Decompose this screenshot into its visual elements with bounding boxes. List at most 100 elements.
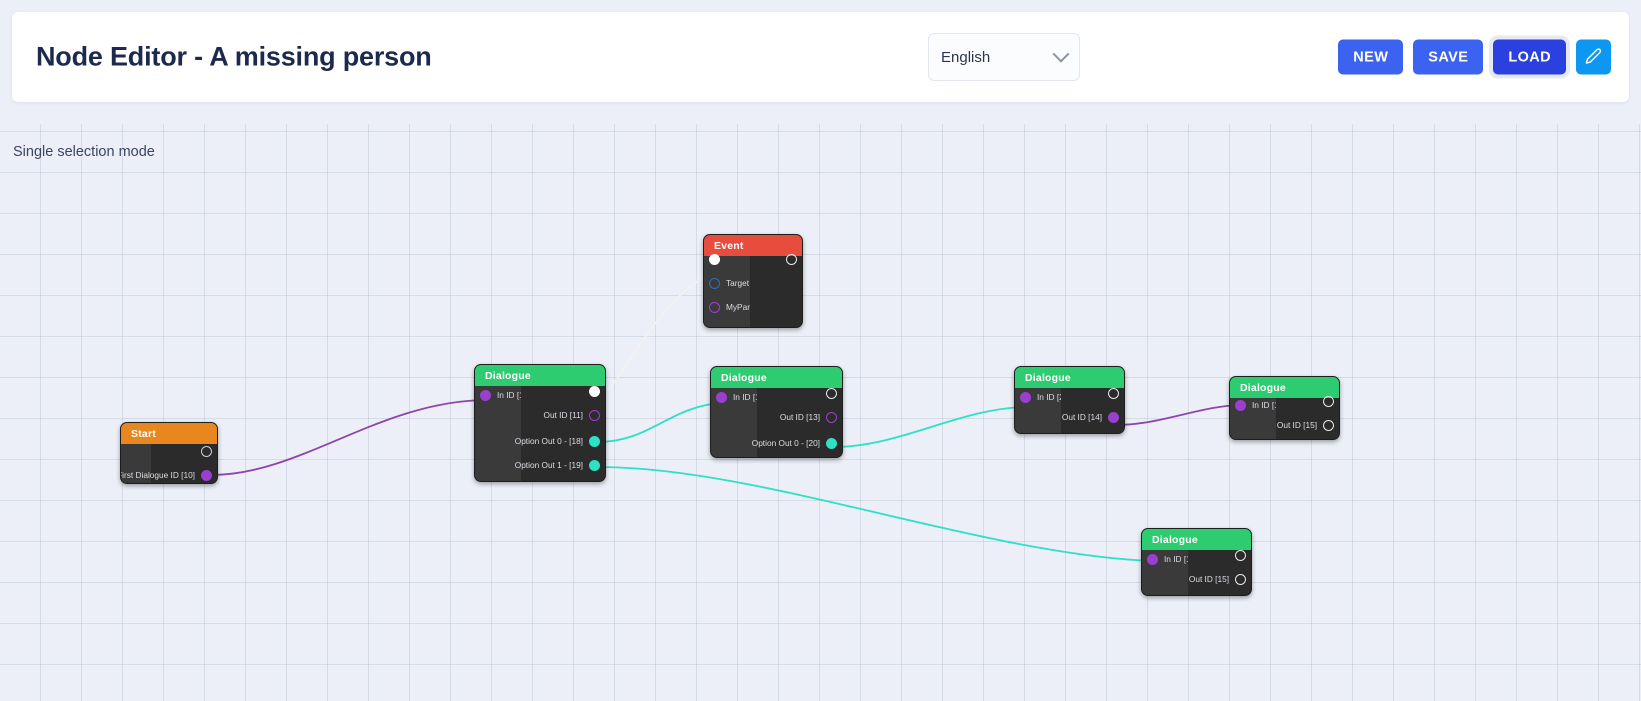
port-filled-cyan-icon[interactable]	[589, 435, 600, 447]
output-port-row[interactable]: Out ID [13]	[774, 410, 837, 424]
output-port-row[interactable]	[786, 252, 797, 266]
save-button[interactable]: SAVE	[1413, 39, 1484, 75]
edge[interactable]	[598, 270, 715, 397]
port-ring-white-icon[interactable]	[1235, 573, 1246, 585]
port-ring-white-icon[interactable]	[826, 387, 837, 399]
edge[interactable]	[211, 399, 487, 476]
new-button[interactable]: NEW	[1338, 39, 1404, 75]
language-select-value: English	[941, 48, 991, 66]
port-ring-purple-icon[interactable]	[589, 409, 600, 421]
node-dialogue-20[interactable]: Dialogue In ID [20] Out ID [14]	[1014, 366, 1125, 434]
node-body-dialogue-18: In ID [18] Out ID [13] Option Out 0 - [20]	[711, 386, 842, 457]
port-filled-purple-icon[interactable]	[1108, 411, 1119, 423]
node-body-dialogue-19: In ID [19] Out ID [15]	[1142, 548, 1251, 595]
output-port-row[interactable]	[1235, 548, 1246, 562]
input-port-row[interactable]	[709, 252, 720, 266]
edge[interactable]	[1115, 404, 1241, 426]
port-ring-purple-icon[interactable]	[709, 301, 720, 313]
output-port-row[interactable]: Out ID [15]	[1271, 418, 1334, 432]
output-port-row[interactable]: Option Out 0 - [18]	[509, 434, 600, 448]
input-port-row[interactable]: Target	[709, 276, 755, 290]
node-dialogue-18[interactable]: Dialogue In ID [18] Out ID [13] Option Out …	[710, 366, 843, 458]
node-header-dialogue-20[interactable]: Dialogue	[1015, 367, 1124, 388]
node-dialogue-14[interactable]: Dialogue In ID [14] Out ID [15]	[1229, 376, 1340, 440]
port-filled-purple-icon[interactable]	[201, 469, 212, 481]
header-actions: NEW SAVE LOAD	[1338, 39, 1611, 75]
edge[interactable]	[597, 466, 1153, 562]
language-select[interactable]: English	[928, 33, 1080, 81]
node-header-dialogue-10[interactable]: Dialogue	[475, 365, 605, 386]
port-filled-white-icon[interactable]	[709, 253, 720, 265]
input-column: In ID [20]	[1015, 388, 1071, 433]
chevron-down-icon	[1052, 45, 1070, 63]
output-column: Out ID [14]	[1061, 386, 1124, 433]
input-column: In ID [19]	[1142, 550, 1198, 595]
output-port-row[interactable]	[201, 444, 212, 458]
load-button[interactable]: LOAD	[1493, 39, 1566, 75]
edge[interactable]	[833, 406, 1027, 448]
output-port-row[interactable]: Option Out 1 - [19]	[509, 458, 600, 472]
output-port-row[interactable]: Out ID [11]	[537, 408, 600, 422]
port-ring-white-icon[interactable]	[786, 253, 797, 265]
node-header-start[interactable]: Start	[121, 423, 217, 444]
port-filled-cyan-icon[interactable]	[826, 437, 837, 449]
edit-button[interactable]	[1576, 39, 1611, 75]
port-label: Option Out 0 - [18]	[514, 436, 583, 446]
node-body-start: First Dialogue ID [10]	[121, 444, 217, 483]
port-filled-cyan-icon[interactable]	[589, 459, 600, 471]
port-filled-purple-icon[interactable]	[1235, 399, 1246, 411]
output-column: Out ID [15]	[1188, 548, 1251, 595]
port-ring-blue-icon[interactable]	[709, 277, 720, 289]
port-ring-white-icon[interactable]	[1323, 419, 1334, 431]
output-port-row[interactable]	[826, 386, 837, 400]
port-label: First Dialogue ID [10]	[120, 470, 195, 480]
output-port-row[interactable]: Out ID [15]	[1183, 572, 1246, 586]
port-label: Option Out 0 - [20]	[751, 438, 820, 448]
port-ring-white-icon[interactable]	[1323, 395, 1334, 407]
port-label: Out ID [15]	[1276, 420, 1317, 430]
edge[interactable]	[597, 402, 723, 443]
node-start[interactable]: Start First Dialogue ID [10]	[120, 422, 218, 484]
output-column: First Dialogue ID [10]	[121, 444, 217, 483]
port-ring-gray-icon[interactable]	[201, 445, 212, 457]
output-port-row[interactable]	[1108, 386, 1119, 400]
port-filled-white-icon[interactable]	[589, 385, 600, 397]
port-filled-purple-icon[interactable]	[480, 389, 491, 401]
port-label: Out ID [15]	[1188, 574, 1229, 584]
output-column: Out ID [11] Option Out 0 - [18] Option Out…	[515, 384, 605, 481]
selection-mode-label: Single selection mode	[13, 144, 155, 160]
output-port-row[interactable]: First Dialogue ID [10]	[120, 468, 212, 482]
port-filled-purple-icon[interactable]	[1020, 391, 1031, 403]
port-filled-purple-icon[interactable]	[1147, 553, 1158, 565]
node-dialogue-10[interactable]: Dialogue In ID [10] Out ID [11] Option Out …	[474, 364, 606, 482]
port-ring-white-icon[interactable]	[1235, 549, 1246, 561]
node-body-event: TargetMyParamName	[704, 253, 802, 327]
port-filled-purple-icon[interactable]	[716, 391, 727, 403]
node-dialogue-19[interactable]: Dialogue In ID [19] Out ID [15]	[1141, 528, 1252, 596]
output-port-row[interactable]	[1323, 394, 1334, 408]
input-column: In ID [14]	[1230, 398, 1286, 439]
node-body-dialogue-10: In ID [10] Out ID [11] Option Out 0 - [18]…	[475, 384, 605, 481]
port-label: Out ID [13]	[779, 412, 820, 422]
port-ring-white-icon[interactable]	[1108, 387, 1119, 399]
output-port-row[interactable]	[589, 384, 600, 398]
port-label: Out ID [11]	[543, 410, 583, 420]
app-header: Node Editor - A missing person English N…	[12, 12, 1629, 102]
input-column: TargetMyParamName	[704, 253, 784, 327]
output-port-row[interactable]: Out ID [14]	[1056, 410, 1119, 424]
output-column: Out ID [13] Option Out 0 - [20]	[752, 386, 842, 457]
page-title: Node Editor - A missing person	[36, 41, 432, 72]
port-label: Option Out 1 - [19]	[514, 460, 583, 470]
output-column	[750, 253, 802, 327]
node-event[interactable]: EventTargetMyParamName	[703, 234, 803, 328]
node-body-dialogue-20: In ID [20] Out ID [14]	[1015, 386, 1124, 433]
node-body-dialogue-14: In ID [14] Out ID [15]	[1230, 395, 1339, 439]
port-label: Out ID [14]	[1061, 412, 1102, 422]
pencil-icon	[1585, 47, 1602, 67]
port-ring-purple-icon[interactable]	[826, 411, 837, 423]
output-column: Out ID [15]	[1276, 395, 1339, 439]
output-port-row[interactable]: Option Out 0 - [20]	[746, 436, 837, 450]
node-header-dialogue-19[interactable]: Dialogue	[1142, 529, 1251, 550]
node-canvas[interactable]: Single selection mode Start First Dialogu…	[0, 124, 1641, 701]
node-header-dialogue-18[interactable]: Dialogue	[711, 367, 842, 388]
